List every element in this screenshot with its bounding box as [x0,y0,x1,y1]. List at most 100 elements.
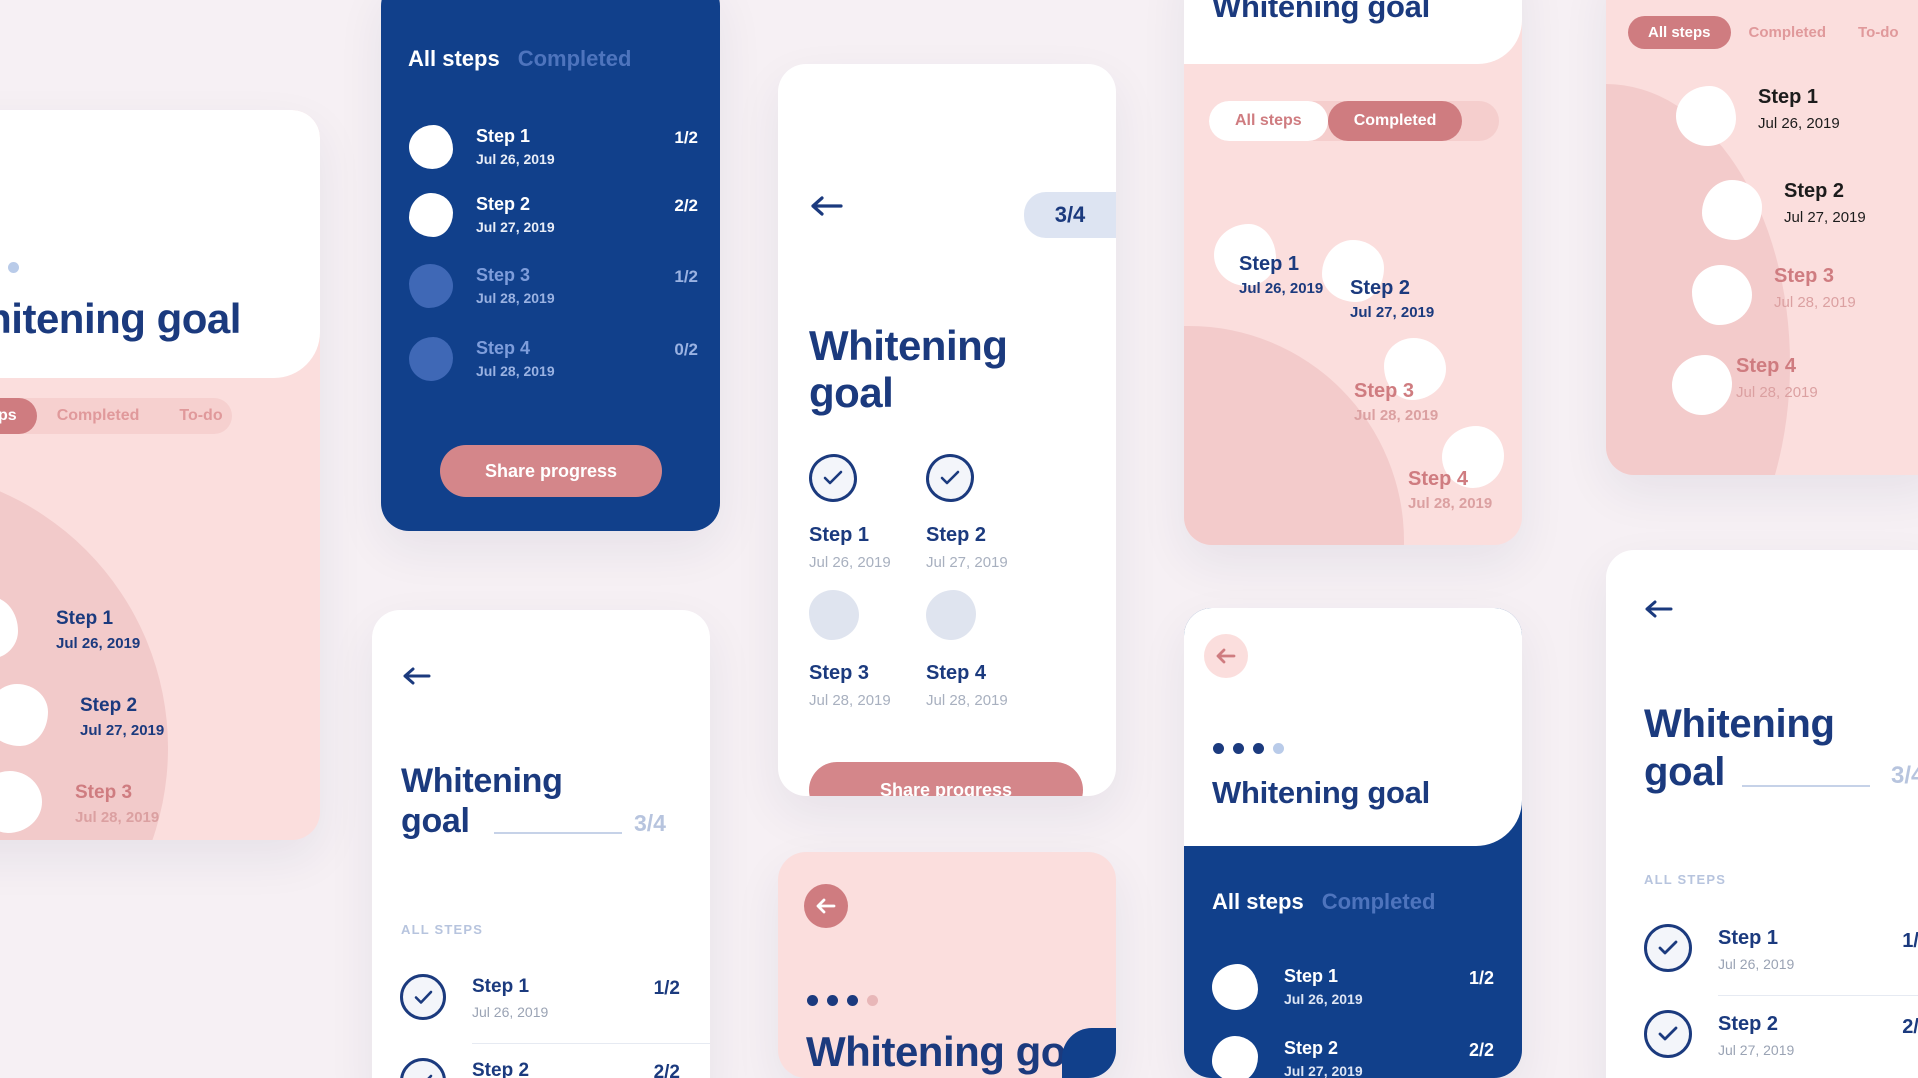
step-fraction: 2/2 [653,1062,680,1078]
step-list: Step 1 Jul 26, 2019 Step 2 Jul 27, 2019 … [0,110,320,840]
tab-bar: All steps Completed To-do [1628,16,1918,49]
page-title-text: Whitening goal [809,322,1008,417]
dot-1[interactable] [1213,743,1224,754]
step-list: Step 1 Jul 26, 2019 1/2 Step 2 Jul 27, 2… [1606,910,1918,1078]
progress-rule [494,832,622,834]
step-item[interactable] [1672,355,1732,415]
step-row[interactable]: Step 1 Jul 26, 2019 1/2 [381,118,720,186]
step-item-text: Step 2 Jul 27, 2019 [1784,180,1866,226]
decorative-arc [1184,326,1404,545]
page-title-line2: goal [401,802,470,840]
step-text: Step 2 Jul 27, 2019 [1718,1013,1794,1058]
step-item[interactable] [1692,265,1752,325]
step-date: Jul 28, 2019 [75,809,160,826]
tab-todo[interactable]: To-do [1844,16,1913,49]
step-row[interactable]: Step 4 Jul 28, 2019 0/2 [381,327,720,400]
step-date: Jul 27, 2019 [80,722,165,739]
step-name: Step 3 [1354,380,1415,402]
step-text: Step 2 Jul 27, 2019 [476,194,555,235]
check-icon [400,974,446,1020]
tab-completed[interactable]: Completed [1322,889,1436,915]
step-date: Jul 27, 2019 [1718,1042,1795,1058]
tab-all-steps[interactable]: All steps [1212,889,1304,915]
step-item-text: Step 1 Jul 26, 2019 [1758,86,1840,132]
dot-4[interactable] [1273,743,1284,754]
dot-2[interactable] [1233,743,1244,754]
check-icon [1644,1010,1692,1058]
dot-4[interactable] [867,995,878,1006]
tab-completed[interactable]: Completed [1731,16,1845,49]
step-text: Step 2 Jul 27, 2019 [472,1060,548,1078]
back-button[interactable] [1204,634,1248,678]
step-date: Jul 28, 2019 [476,290,555,306]
step-row[interactable]: Step 2 Jul 27, 2019 2/2 [381,186,720,254]
step-cell[interactable]: Step 2 Jul 27, 2019 [926,454,1056,571]
page-title: Whitening goal [806,1028,1100,1075]
step-item-text: Step 2 Jul 27, 2019 [1350,277,1434,321]
arrow-left-icon [1216,648,1236,664]
step-fraction: 0/2 [674,340,698,359]
step-item[interactable] [1676,86,1736,146]
dot-3[interactable] [1253,743,1264,754]
step-item-text: Step 3 Jul 28, 2019 [1774,265,1856,311]
tab-completed[interactable]: Completed [1327,101,1463,141]
step-name: Step 1 [1718,927,1779,949]
page-title: Whitening goal [809,322,1039,416]
step-date: Jul 28, 2019 [926,692,1008,709]
dot-3[interactable] [847,995,858,1006]
step-name: Step 2 [472,1060,530,1078]
back-button[interactable] [810,194,844,218]
step-name: Step 2 [926,524,987,546]
step-row[interactable]: Step 1 Jul 26, 2019 1/2 [372,960,710,1044]
step-cell[interactable]: Step 3 Jul 28, 2019 [809,590,939,709]
step-row[interactable]: Step 3 Jul 28, 2019 1/2 [381,254,720,327]
progress-badge: 3/4 [634,810,666,836]
check-icon [400,1058,446,1078]
step-item[interactable] [0,771,42,833]
step-date: Jul 27, 2019 [476,219,555,235]
share-progress-button[interactable]: Share progress [809,762,1083,796]
step-name: Step 1 [56,608,114,629]
dot-2[interactable] [827,995,838,1006]
step-date: Jul 28, 2019 [809,692,891,709]
step-row[interactable]: Step 2 Jul 27, 2019 2/2 [372,1044,710,1078]
dot-1[interactable] [807,995,818,1006]
back-button[interactable] [804,884,848,928]
step-cell[interactable]: Step 1 Jul 26, 2019 [809,454,939,571]
step-text: Step 3 Jul 28, 2019 [476,265,555,306]
step-blob [409,125,453,169]
all-steps-caption: ALL STEPS [1644,872,1727,887]
step-blob [409,193,453,237]
step-item[interactable] [1702,180,1762,240]
tab-all-steps[interactable]: All steps [408,46,500,72]
step-row[interactable]: Step 2 Jul 27, 2019 2/2 [1606,996,1918,1078]
share-progress-button[interactable]: Share progress [440,445,662,497]
step-list: Step 1 Jul 26, 2019 1/2 Step 2 Jul 27, 2… [1184,958,1522,1078]
step-row[interactable]: Step 2 Jul 27, 2019 2/2 [1184,1030,1522,1078]
step-blob [1692,265,1752,325]
step-text: Step 2 Jul 27, 2019 [1284,1038,1363,1078]
step-name: Step 2 [1718,1013,1779,1035]
step-date: Jul 27, 2019 [1350,304,1435,321]
step-row[interactable]: Step 1 Jul 26, 2019 1/2 [1184,958,1522,1030]
step-date: Jul 28, 2019 [1736,384,1818,401]
step-blob [1212,964,1258,1010]
back-button[interactable] [1644,598,1674,620]
back-button[interactable] [402,665,432,687]
progress-rule [1742,785,1870,787]
step-cell[interactable]: Step 4 Jul 28, 2019 [926,590,1056,709]
step-name: Step 2 [1350,277,1411,299]
tab-completed[interactable]: Completed [518,46,632,72]
step-name: Step 2 [80,695,138,716]
tab-bar: All steps Completed [408,46,631,72]
check-icon [926,454,974,502]
step-name: Step 4 [1408,468,1469,490]
step-date: Jul 27, 2019 [1784,209,1866,226]
card-pink-bottom-center: Whitening goal [778,852,1116,1078]
step-name: Step 1 [472,976,530,997]
step-item[interactable] [0,684,48,746]
step-item[interactable] [0,597,18,659]
step-row[interactable]: Step 1 Jul 26, 2019 1/2 [1606,910,1918,996]
tab-all-steps[interactable]: All steps [1628,16,1731,49]
tab-all-steps[interactable]: All steps [1209,101,1328,141]
